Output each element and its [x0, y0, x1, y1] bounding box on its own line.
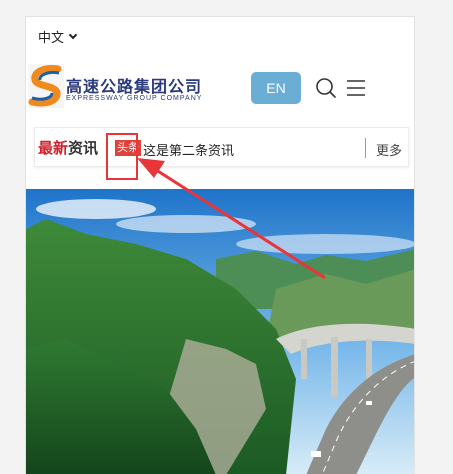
news-title-highlight: 最新 — [38, 139, 69, 157]
chevron-down-icon — [68, 30, 78, 40]
news-headline-link[interactable]: 这是第二条资讯 — [143, 140, 234, 159]
search-icon[interactable] — [315, 77, 337, 99]
logo-mark-icon — [28, 64, 64, 108]
menu-icon[interactable] — [345, 78, 367, 98]
mobile-page: 中文 高速公路集团公司 EXPRESSWAY GROUP COMPANY EN — [25, 16, 415, 474]
hero-banner-image — [26, 189, 414, 474]
english-language-button[interactable]: EN — [251, 72, 301, 104]
news-section-title: 最新资讯 — [38, 137, 98, 158]
logo-chinese-name: 高速公路集团公司 — [66, 77, 203, 96]
language-label: 中文 — [38, 31, 65, 46]
site-header: 高速公路集团公司 EXPRESSWAY GROUP COMPANY EN — [26, 61, 414, 117]
divider — [365, 138, 366, 158]
news-ticker: 最新资讯 头条 这是第二条资讯 更多 — [34, 127, 409, 167]
news-title-rest: 资讯 — [68, 139, 99, 157]
more-news-link[interactable]: 更多 — [376, 140, 402, 159]
language-selector[interactable]: 中文 — [38, 27, 78, 46]
company-logo[interactable]: 高速公路集团公司 EXPRESSWAY GROUP COMPANY — [28, 64, 208, 110]
logo-english-name: EXPRESSWAY GROUP COMPANY — [66, 95, 203, 102]
annotation-highlight-box — [106, 133, 138, 180]
